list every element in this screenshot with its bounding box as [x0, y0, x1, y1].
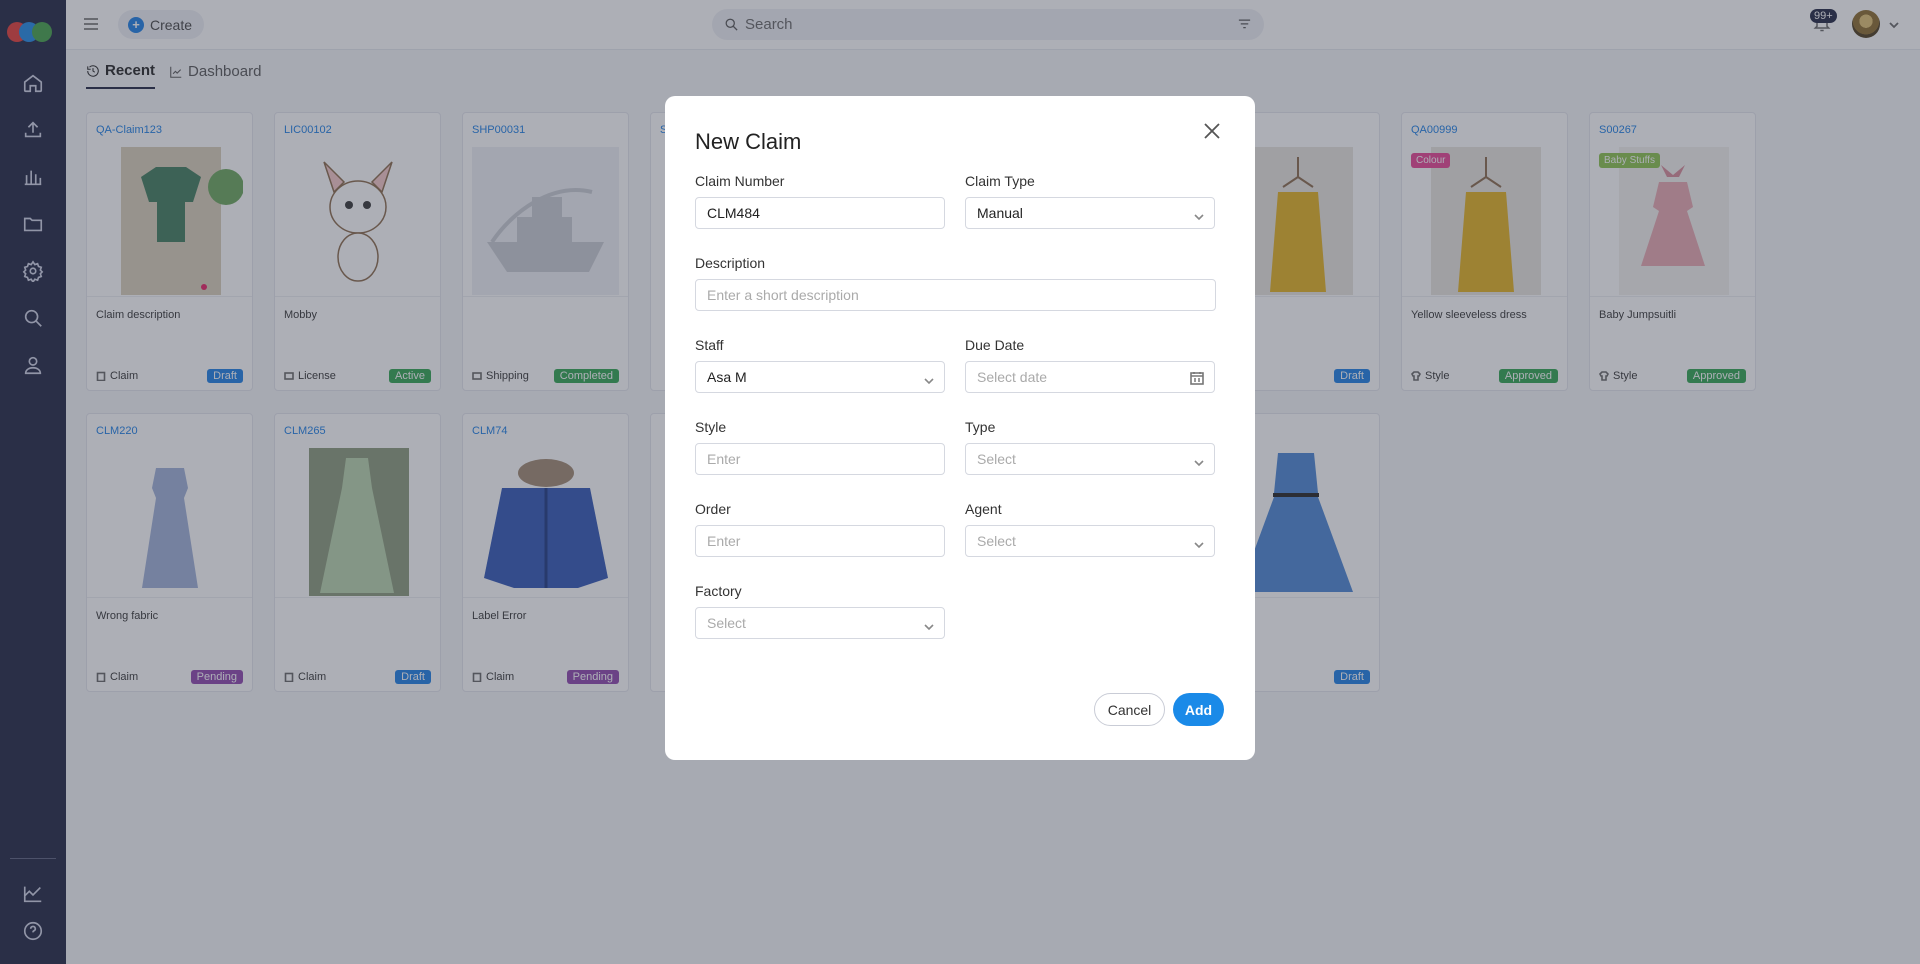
close-icon[interactable]	[1201, 120, 1223, 142]
due-date-picker[interactable]: Select date	[965, 361, 1215, 393]
staff-label: Staff	[695, 337, 724, 353]
description-field[interactable]: Enter a short description	[695, 279, 1216, 311]
dialog-title: New Claim	[695, 129, 802, 154]
claim-number-field[interactable]: CLM484	[695, 197, 945, 229]
claim-type-label: Claim Type	[965, 173, 1035, 189]
staff-select[interactable]: Asa M	[695, 361, 945, 393]
chevron-down-icon	[924, 373, 934, 385]
description-label: Description	[695, 255, 766, 271]
factory-label: Factory	[695, 583, 742, 599]
chevron-down-icon	[1194, 209, 1204, 221]
order-field[interactable]: Enter	[695, 525, 945, 557]
claim-number-label: Claim Number	[695, 173, 785, 189]
factory-select[interactable]: Select	[695, 607, 945, 639]
agent-label: Agent	[965, 501, 1002, 517]
claim-type-select[interactable]: Manual	[965, 197, 1215, 229]
cancel-button[interactable]: Cancel	[1094, 693, 1165, 726]
agent-select[interactable]: Select	[965, 525, 1215, 557]
due-date-label: Due Date	[965, 337, 1025, 353]
chevron-down-icon	[1194, 455, 1204, 467]
chevron-down-icon	[1194, 537, 1204, 549]
type-select[interactable]: Select	[965, 443, 1215, 475]
order-label: Order	[695, 501, 731, 517]
style-label: Style	[695, 419, 727, 435]
new-claim-dialog: New Claim Claim Number CLM484 Claim Type…	[665, 96, 1255, 760]
add-button[interactable]: Add	[1173, 693, 1224, 726]
chevron-down-icon	[924, 619, 934, 631]
style-field[interactable]: Enter	[695, 443, 945, 475]
calendar-icon	[1190, 371, 1204, 385]
type-label: Type	[965, 419, 996, 435]
